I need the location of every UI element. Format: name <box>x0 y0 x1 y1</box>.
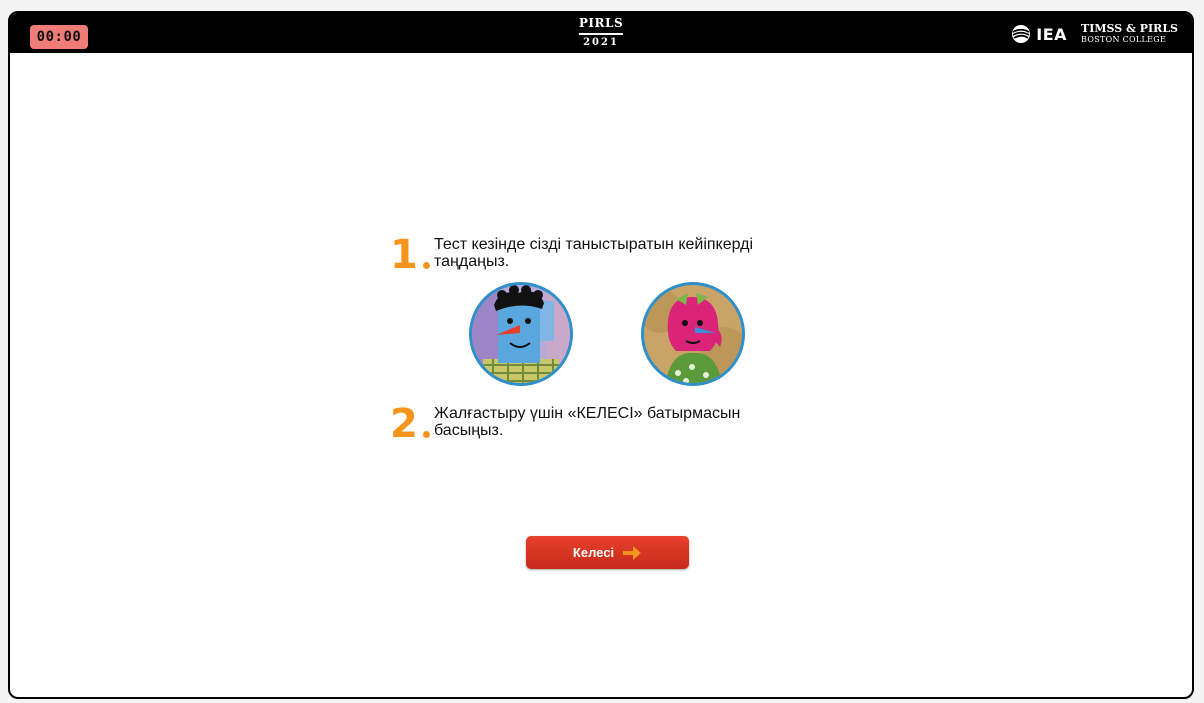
arrow-right-icon <box>623 545 642 560</box>
iea-label: IEA <box>1036 24 1068 44</box>
step-number-1: 1 <box>390 235 430 275</box>
logo-year: 2021 <box>583 37 619 48</box>
girl-avatar-icon <box>641 282 745 386</box>
globe-icon <box>1012 25 1031 43</box>
avatar-girl[interactable] <box>640 281 746 387</box>
avatar-boy[interactable] <box>468 281 574 387</box>
avatar-choices <box>468 281 748 391</box>
pirls-logo: PIRLS 2021 <box>579 16 623 49</box>
next-button-label: Келесі <box>572 545 615 560</box>
logo-divider <box>579 33 623 35</box>
step-dot-2 <box>423 431 430 438</box>
step-dot-1 <box>423 262 430 269</box>
top-bar: 00:00 PIRLS 2021 IEA TIMSS & PIRLS BOSTO… <box>10 13 1192 53</box>
org-college: BOSTON COLLEGE <box>1081 35 1167 44</box>
next-button[interactable]: Келесі <box>526 536 689 569</box>
boy-avatar-icon <box>469 282 573 386</box>
step-text-2: Жалғастыру үшін «КЕЛЕСІ» батырмасын басы… <box>434 405 741 439</box>
org-logo: TIMSS & PIRLS BOSTON COLLEGE <box>1081 23 1178 45</box>
step-text-1: Тест кезінде сізді таныстыратын кейіпкер… <box>434 236 754 270</box>
org-name: TIMSS & PIRLS <box>1081 22 1178 35</box>
brand-logos: IEA TIMSS & PIRLS BOSTON COLLEGE <box>1011 23 1178 45</box>
timer-display: 00:00 <box>30 25 88 49</box>
instruction-step-2: 2 Жалғастыру үшін «КЕЛЕСІ» батырмасын ба… <box>390 404 814 444</box>
instruction-step-1: 1 Тест кезінде сізді таныстыратын кейіпк… <box>390 235 814 275</box>
step-number-2: 2 <box>390 404 430 444</box>
app-window: 00:00 PIRLS 2021 IEA TIMSS & PIRLS BOSTO… <box>8 11 1194 699</box>
logo-name: PIRLS <box>578 16 624 30</box>
